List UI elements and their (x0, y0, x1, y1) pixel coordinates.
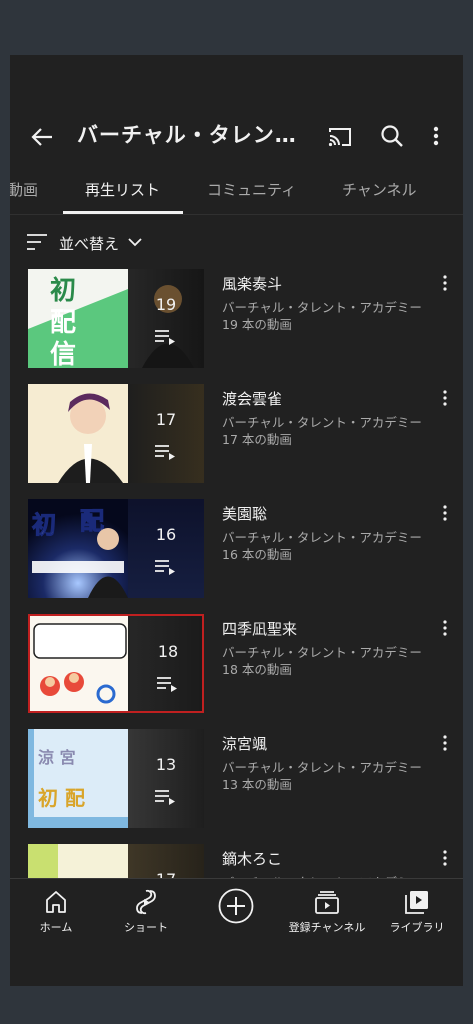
thumbnail-overlay (130, 616, 202, 711)
nav-library-label: ライブラリ (389, 921, 445, 934)
tab-playlists[interactable]: 再生リスト (85, 179, 160, 200)
thumbnail-art: 初 配 信 (28, 269, 128, 368)
playlist-video-count-overlay: 13 (155, 755, 177, 774)
playlist-video-count-overlay: 17 (155, 410, 177, 429)
playlist-row[interactable]: 初 配 信 19 風楽奏斗 バーチャル・タレント・アカデミー 19 本の動画 (10, 267, 463, 382)
playlist-count-text: 19 本の動画 (222, 317, 292, 332)
playlist-title: 四季凪聖来 (222, 620, 298, 638)
more-vert-icon[interactable] (440, 388, 450, 408)
playlist-title: 鏑木ろこ (222, 850, 283, 868)
more-vert-icon[interactable] (440, 733, 450, 753)
playlist-icon (157, 677, 177, 692)
playlist-count-text: 18 本の動画 (222, 662, 292, 677)
playlist-thumbnail[interactable]: 17 (28, 384, 204, 483)
nav-home[interactable]: ホーム (11, 887, 101, 935)
more-vert-icon[interactable] (428, 122, 444, 150)
playlist-thumbnail[interactable]: 初 配 16 (28, 499, 204, 598)
playlist-title: 風楽奏斗 (222, 275, 283, 293)
playlist-video-count-overlay: 16 (155, 525, 177, 544)
playlist-thumbnail[interactable]: 18 (28, 614, 204, 713)
search-icon[interactable] (378, 122, 406, 150)
more-vert-icon[interactable] (440, 273, 450, 293)
more-vert-icon[interactable] (440, 848, 450, 868)
create-plus-icon[interactable] (217, 887, 255, 925)
playlist-row[interactable]: 18 四季凪聖来 バーチャル・タレント・アカデミー 18 本の動画 (10, 612, 463, 727)
svg-text:涼 宮: 涼 宮 (38, 748, 76, 767)
subscriptions-icon (315, 891, 339, 914)
chevron-down-icon (128, 238, 142, 247)
tab-divider (10, 214, 463, 215)
more-vert-icon[interactable] (440, 503, 450, 523)
cast-icon[interactable] (326, 123, 354, 151)
nav-subscriptions-label: 登録チャンネル (288, 921, 366, 934)
bottom-navigation: ホーム ショート 登録チャンネル ライブラリ (10, 878, 463, 986)
playlist-thumbnail[interactable]: 涼 宮 初 配 13 (28, 729, 204, 828)
playlist-icon (155, 445, 175, 460)
svg-text:配: 配 (80, 507, 104, 535)
thumbnail-art (30, 616, 130, 711)
playlist-title: 渡会雲雀 (222, 390, 283, 408)
playlist-count-text: 13 本の動画 (222, 777, 292, 792)
nav-home-label: ホーム (39, 921, 73, 934)
back-arrow-icon[interactable] (28, 123, 56, 151)
playlist-row[interactable]: 初 配 16 美園聡 バーチャル・タレント・アカデミー 16 本の動画 (10, 497, 463, 612)
tab-videos[interactable]: 動画 (10, 179, 38, 200)
home-icon (46, 891, 66, 913)
tab-channels[interactable]: チャンネル (342, 179, 417, 200)
thumbnail-overlay (128, 729, 204, 828)
thumbnail-overlay (128, 384, 204, 483)
nav-library[interactable]: ライブラリ (372, 887, 462, 935)
nav-subscriptions[interactable]: 登録チャンネル (282, 887, 372, 935)
sort-label: 並べ替え (59, 235, 120, 253)
svg-text:初: 初 (50, 276, 76, 306)
svg-text:配: 配 (50, 308, 76, 338)
thumbnail-overlay (128, 499, 204, 598)
top-app-bar: バーチャル・タレン… 動画 再生リスト コミュニティ チャンネル (10, 55, 463, 215)
channel-title: バーチャル・タレン… (77, 123, 297, 147)
svg-text:信: 信 (50, 340, 76, 368)
playlist-icon (155, 330, 175, 345)
thumbnail-overlay (128, 269, 204, 368)
playlist-title: 美園聡 (222, 505, 268, 523)
channel-tabs: 動画 再生リスト コミュニティ チャンネル (10, 171, 463, 215)
playlist-title: 涼宮颯 (222, 735, 268, 753)
library-icon (405, 891, 428, 914)
thumbnail-art: 初 配 (28, 499, 128, 598)
nav-shorts[interactable]: ショート (101, 887, 191, 935)
playlist-video-count-overlay: 19 (155, 295, 177, 314)
svg-text:初: 初 (32, 511, 56, 539)
playlist-count-text: 17 本の動画 (222, 432, 292, 447)
shorts-icon (136, 889, 156, 915)
playlist-icon (155, 790, 175, 805)
thumbnail-art (28, 384, 128, 483)
playlist-row[interactable]: 17 渡会雲雀 バーチャル・タレント・アカデミー 17 本の動画 (10, 382, 463, 497)
sort-icon (27, 234, 47, 250)
playlist-count-text: 16 本の動画 (222, 547, 292, 562)
thumbnail-art: 涼 宮 初 配 (28, 729, 128, 828)
playlist-thumbnail[interactable]: 初 配 信 19 (28, 269, 204, 368)
playlist-video-count-overlay: 18 (157, 642, 179, 661)
playlist-icon (155, 560, 175, 575)
more-vert-icon[interactable] (440, 618, 450, 638)
svg-text:初 配: 初 配 (38, 786, 85, 810)
tab-community[interactable]: コミュニティ (207, 179, 296, 200)
app-screen: バーチャル・タレン… 動画 再生リスト コミュニティ チャンネル 並べ替え 初 … (10, 55, 463, 986)
nav-shorts-label: ショート (124, 921, 168, 934)
playlist-row[interactable]: 涼 宮 初 配 13 涼宮颯 バーチャル・タレント・アカデミー 13 本の動画 (10, 727, 463, 842)
